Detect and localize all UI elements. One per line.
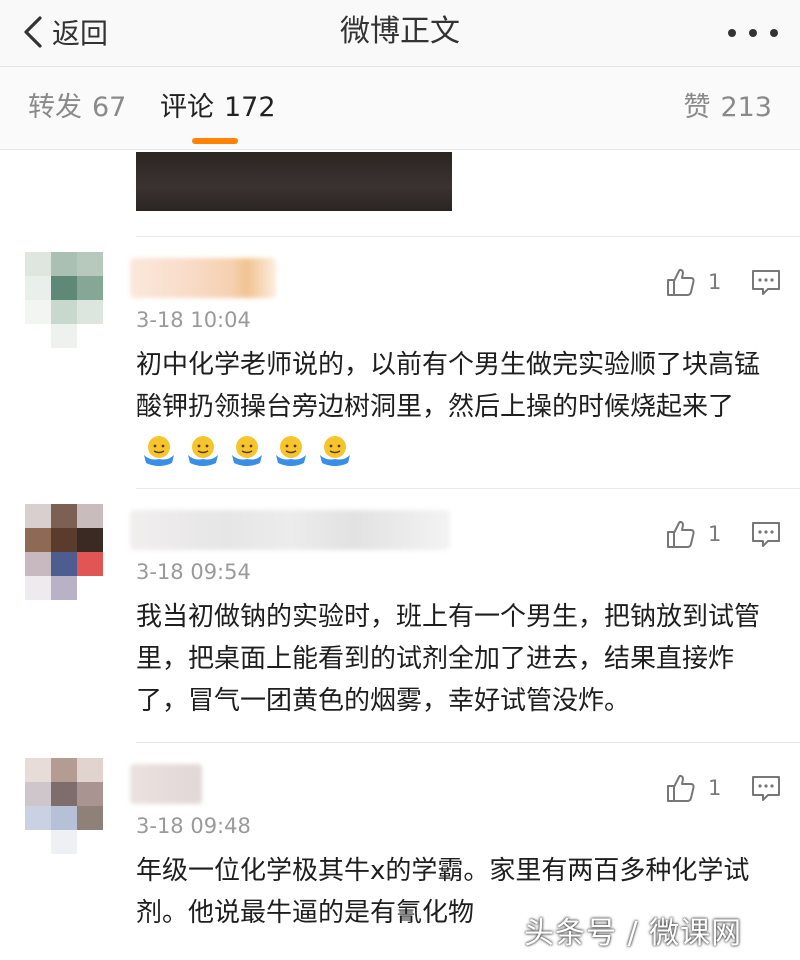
avatar-pixel bbox=[51, 576, 77, 600]
tab-reposts[interactable]: 转发 67 bbox=[28, 89, 126, 127]
comment-text: 初中化学老师说的，以前有个男生做完实验顺了块高锰酸钾扔领操台旁边树洞里，然后上操… bbox=[136, 344, 776, 470]
avatar-pixel bbox=[77, 806, 103, 830]
avatar-pixel bbox=[25, 300, 51, 324]
username-blurred[interactable] bbox=[130, 258, 276, 298]
avatar-pixel bbox=[25, 276, 51, 300]
comment-list[interactable]: 3-18 10:04 1 初中化学老师说的，以前有个男生做完实验顺了块高锰酸钾扔… bbox=[0, 150, 800, 960]
shrug-emoji-icon bbox=[230, 433, 264, 467]
avatar-pixel bbox=[77, 252, 103, 276]
avatar-pixel bbox=[77, 782, 103, 806]
like-count: 1 bbox=[708, 522, 722, 546]
tab-comments-label: 评论 bbox=[160, 92, 214, 123]
dot bbox=[728, 29, 736, 37]
tab-reposts-label: 转发 bbox=[28, 92, 82, 123]
more-options-icon[interactable] bbox=[728, 18, 778, 48]
thumbs-up-icon bbox=[667, 520, 695, 548]
tab-likes-label: 赞 bbox=[683, 92, 711, 123]
avatar-pixel bbox=[51, 552, 77, 576]
avatar-pixel bbox=[77, 276, 103, 300]
active-tab-indicator bbox=[192, 138, 238, 144]
avatar-pixel bbox=[25, 552, 51, 576]
avatar[interactable] bbox=[25, 504, 103, 600]
avatar-pixel bbox=[77, 758, 103, 782]
comment-item: 3-18 10:04 1 初中化学老师说的，以前有个男生做完实验顺了块高锰酸钾扔… bbox=[0, 236, 800, 488]
avatar-pixel bbox=[25, 576, 51, 600]
watermark: 头条号 / 微课网 bbox=[524, 916, 743, 951]
avatar[interactable] bbox=[25, 252, 103, 348]
tab-comments[interactable]: 评论 172 bbox=[160, 89, 276, 127]
avatar-pixel bbox=[77, 528, 103, 552]
avatar-pixel bbox=[25, 758, 51, 782]
like-button[interactable]: 1 bbox=[664, 518, 721, 550]
comment-text-content: 初中化学老师说的，以前有个男生做完实验顺了块高锰酸钾扔领操台旁边树洞里，然后上操… bbox=[136, 350, 761, 422]
comment-time: 3-18 10:04 bbox=[136, 308, 251, 332]
thumbs-up-icon bbox=[667, 268, 695, 296]
avatar[interactable] bbox=[25, 758, 103, 854]
comment-time: 3-18 09:54 bbox=[136, 560, 251, 584]
tab-comments-count: 172 bbox=[224, 92, 276, 123]
tab-bar: 转发 67 评论 172 赞 213 bbox=[0, 67, 800, 150]
tab-likes[interactable]: 赞 213 bbox=[683, 89, 772, 127]
shrug-emoji-icon bbox=[186, 433, 220, 467]
avatar-pixel bbox=[25, 528, 51, 552]
avatar-pixel bbox=[25, 504, 51, 528]
reply-icon[interactable] bbox=[750, 268, 782, 298]
username-blurred[interactable] bbox=[130, 764, 202, 804]
username-blurred[interactable] bbox=[130, 510, 450, 550]
avatar-pixel bbox=[77, 300, 103, 324]
shrug-emoji-icon bbox=[318, 433, 352, 467]
tab-reposts-count: 67 bbox=[92, 92, 127, 123]
thumbs-up-icon bbox=[667, 774, 695, 802]
like-count: 1 bbox=[708, 776, 722, 800]
reply-icon[interactable] bbox=[750, 774, 782, 804]
avatar-pixel bbox=[51, 528, 77, 552]
comment-time: 3-18 09:48 bbox=[136, 814, 251, 838]
dot bbox=[749, 29, 757, 37]
avatar-pixel bbox=[51, 276, 77, 300]
avatar-pixel bbox=[51, 324, 77, 348]
shrug-emoji-icon bbox=[142, 433, 176, 467]
comment-text: 我当初做钠的实验时，班上有一个男生，把钠放到试管里，把桌面上能看到的试剂全加了进… bbox=[136, 602, 761, 716]
like-button[interactable]: 1 bbox=[664, 266, 721, 298]
avatar-pixel bbox=[51, 782, 77, 806]
avatar-pixel bbox=[51, 758, 77, 782]
emoji-row bbox=[142, 433, 352, 467]
dot bbox=[770, 29, 778, 37]
reply-icon[interactable] bbox=[750, 520, 782, 550]
like-button[interactable]: 1 bbox=[664, 772, 721, 804]
navigation-bar: 返回 微博正文 bbox=[0, 0, 800, 67]
page-title: 微博正文 bbox=[340, 14, 460, 49]
previous-comment-image[interactable] bbox=[136, 152, 452, 211]
avatar-pixel bbox=[25, 252, 51, 276]
avatar-pixel bbox=[25, 782, 51, 806]
avatar-pixel bbox=[51, 504, 77, 528]
avatar-pixel bbox=[51, 300, 77, 324]
tab-likes-count: 213 bbox=[720, 92, 772, 123]
avatar-pixel bbox=[77, 552, 103, 576]
avatar-pixel bbox=[77, 504, 103, 528]
avatar-pixel bbox=[25, 806, 51, 830]
avatar-pixel bbox=[51, 252, 77, 276]
comment-item: 3-18 09:54 1 我当初做钠的实验时，班上有一个男生，把钠放到试管里，把… bbox=[0, 488, 800, 742]
like-count: 1 bbox=[708, 270, 722, 294]
avatar-pixel bbox=[51, 830, 77, 854]
shrug-emoji-icon bbox=[274, 433, 308, 467]
avatar-pixel bbox=[51, 806, 77, 830]
